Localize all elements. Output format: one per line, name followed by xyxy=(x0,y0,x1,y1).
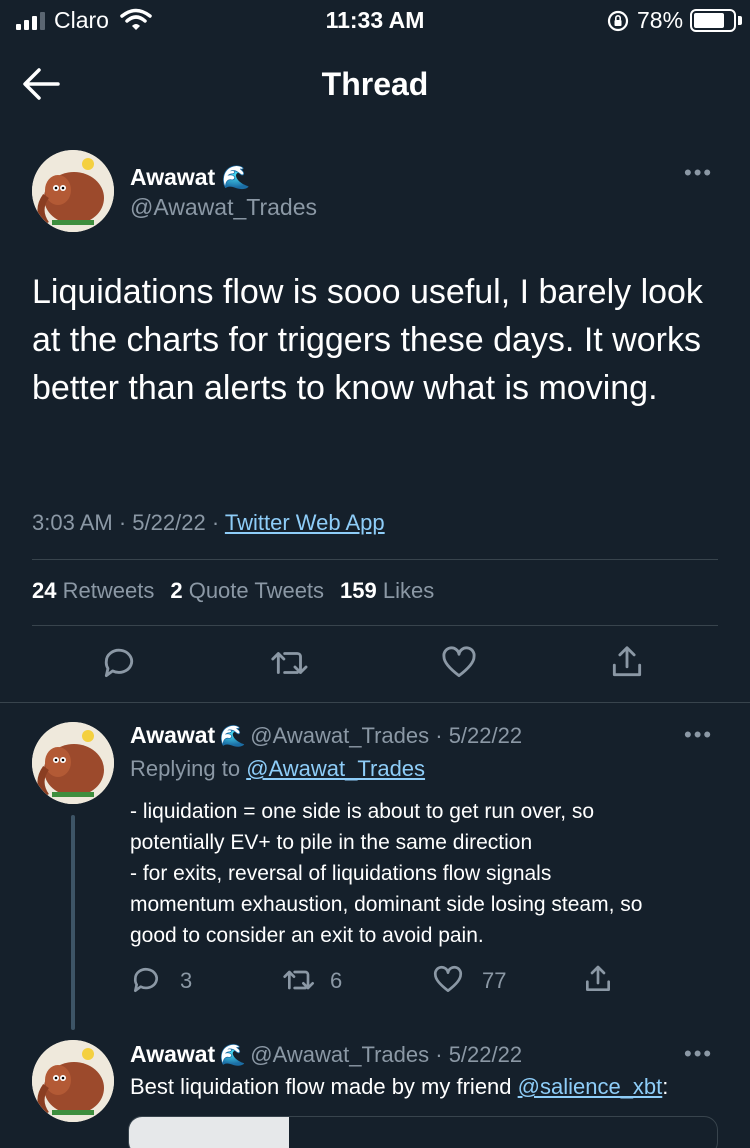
status-bar: Claro 11:33 AM 78% xyxy=(0,0,750,44)
mention-link[interactable]: @salience_xbt xyxy=(518,1074,663,1099)
tweet-stats: 24 Retweets 2 Quote Tweets 159 Likes xyxy=(32,578,434,604)
divider xyxy=(32,559,718,560)
share-icon[interactable] xyxy=(608,642,646,682)
more-icon[interactable]: ••• xyxy=(684,722,713,748)
battery-percent: 78% xyxy=(637,7,684,33)
retweet-icon[interactable] xyxy=(282,964,318,996)
author-name[interactable]: Awawat xyxy=(130,722,215,748)
reply-header: Awawat 🌊 @Awawat_Trades · 5/22/22 xyxy=(130,722,522,749)
tweet-source-link[interactable]: Twitter Web App xyxy=(225,510,385,535)
reply-count: 3 xyxy=(180,968,193,993)
author-handle-date[interactable]: @Awawat_Trades · 5/22/22 xyxy=(250,1042,522,1067)
reply-line: good to consider an exit to avoid pain. xyxy=(130,924,484,947)
avatar[interactable] xyxy=(32,722,114,804)
retweet-icon[interactable] xyxy=(270,644,312,682)
more-icon[interactable]: ••• xyxy=(684,1041,713,1067)
wave-emoji: 🌊 xyxy=(219,725,246,748)
rotation-lock-icon xyxy=(607,10,629,32)
reply-line: potentially EV+ to pile in the same dire… xyxy=(130,831,533,854)
like-count: 77 xyxy=(482,968,507,993)
reply-text: Best liquidation flow made by my friend … xyxy=(130,1074,669,1099)
battery-icon xyxy=(690,9,736,32)
embedded-card[interactable] xyxy=(128,1116,718,1148)
reply-line: - for exits, reversal of liquidations fl… xyxy=(130,862,552,885)
heart-icon[interactable] xyxy=(440,644,478,682)
likes-stat[interactable]: 159 Likes xyxy=(340,578,434,604)
replying-to: Replying to @Awawat_Trades xyxy=(130,756,426,781)
reply-line: - liquidation = one side is about to get… xyxy=(130,800,595,823)
battery-tip xyxy=(738,16,742,25)
avatar[interactable] xyxy=(32,150,114,232)
retweet-count: 6 xyxy=(330,968,343,993)
heart-icon[interactable] xyxy=(432,964,464,996)
divider xyxy=(32,625,718,626)
reply-header: Awawat 🌊 @Awawat_Trades · 5/22/22 xyxy=(130,1041,522,1068)
more-icon[interactable]: ••• xyxy=(684,160,713,186)
wave-emoji: 🌊 xyxy=(221,164,251,190)
tweet-text: Liquidations flow is sooo useful, I bare… xyxy=(32,273,703,407)
reply-text: - liquidation = one side is about to get… xyxy=(130,796,730,951)
author-name[interactable]: Awawat xyxy=(130,1041,215,1067)
quote-tweets-stat[interactable]: 2 Quote Tweets xyxy=(170,578,324,604)
retweets-stat[interactable]: 24 Retweets xyxy=(32,578,154,604)
author-name-text[interactable]: Awawat xyxy=(130,164,215,190)
author-handle-date[interactable]: @Awawat_Trades · 5/22/22 xyxy=(250,723,522,748)
author-name[interactable]: Awawat 🌊 xyxy=(130,164,250,191)
page-title: Thread xyxy=(321,66,429,102)
tweet-date: 5/22/22 xyxy=(132,510,206,535)
card-image xyxy=(129,1117,289,1148)
avatar[interactable] xyxy=(32,1040,114,1122)
wave-emoji: 🌊 xyxy=(219,1044,246,1067)
thread-connector xyxy=(71,815,75,1030)
author-handle[interactable]: @Awawat_Trades xyxy=(130,194,317,221)
tweet-time: 3:03 AM xyxy=(32,510,113,535)
share-icon[interactable] xyxy=(582,962,614,996)
reply-icon[interactable] xyxy=(130,964,162,996)
tweet-meta: 3:03 AM · 5/22/22 · Twitter Web App xyxy=(32,510,385,535)
reply-line: momentum exhaustion, dominant side losin… xyxy=(130,893,643,916)
reply-icon[interactable] xyxy=(100,644,138,682)
replying-to-link[interactable]: @Awawat_Trades xyxy=(246,756,425,781)
divider xyxy=(0,702,750,703)
